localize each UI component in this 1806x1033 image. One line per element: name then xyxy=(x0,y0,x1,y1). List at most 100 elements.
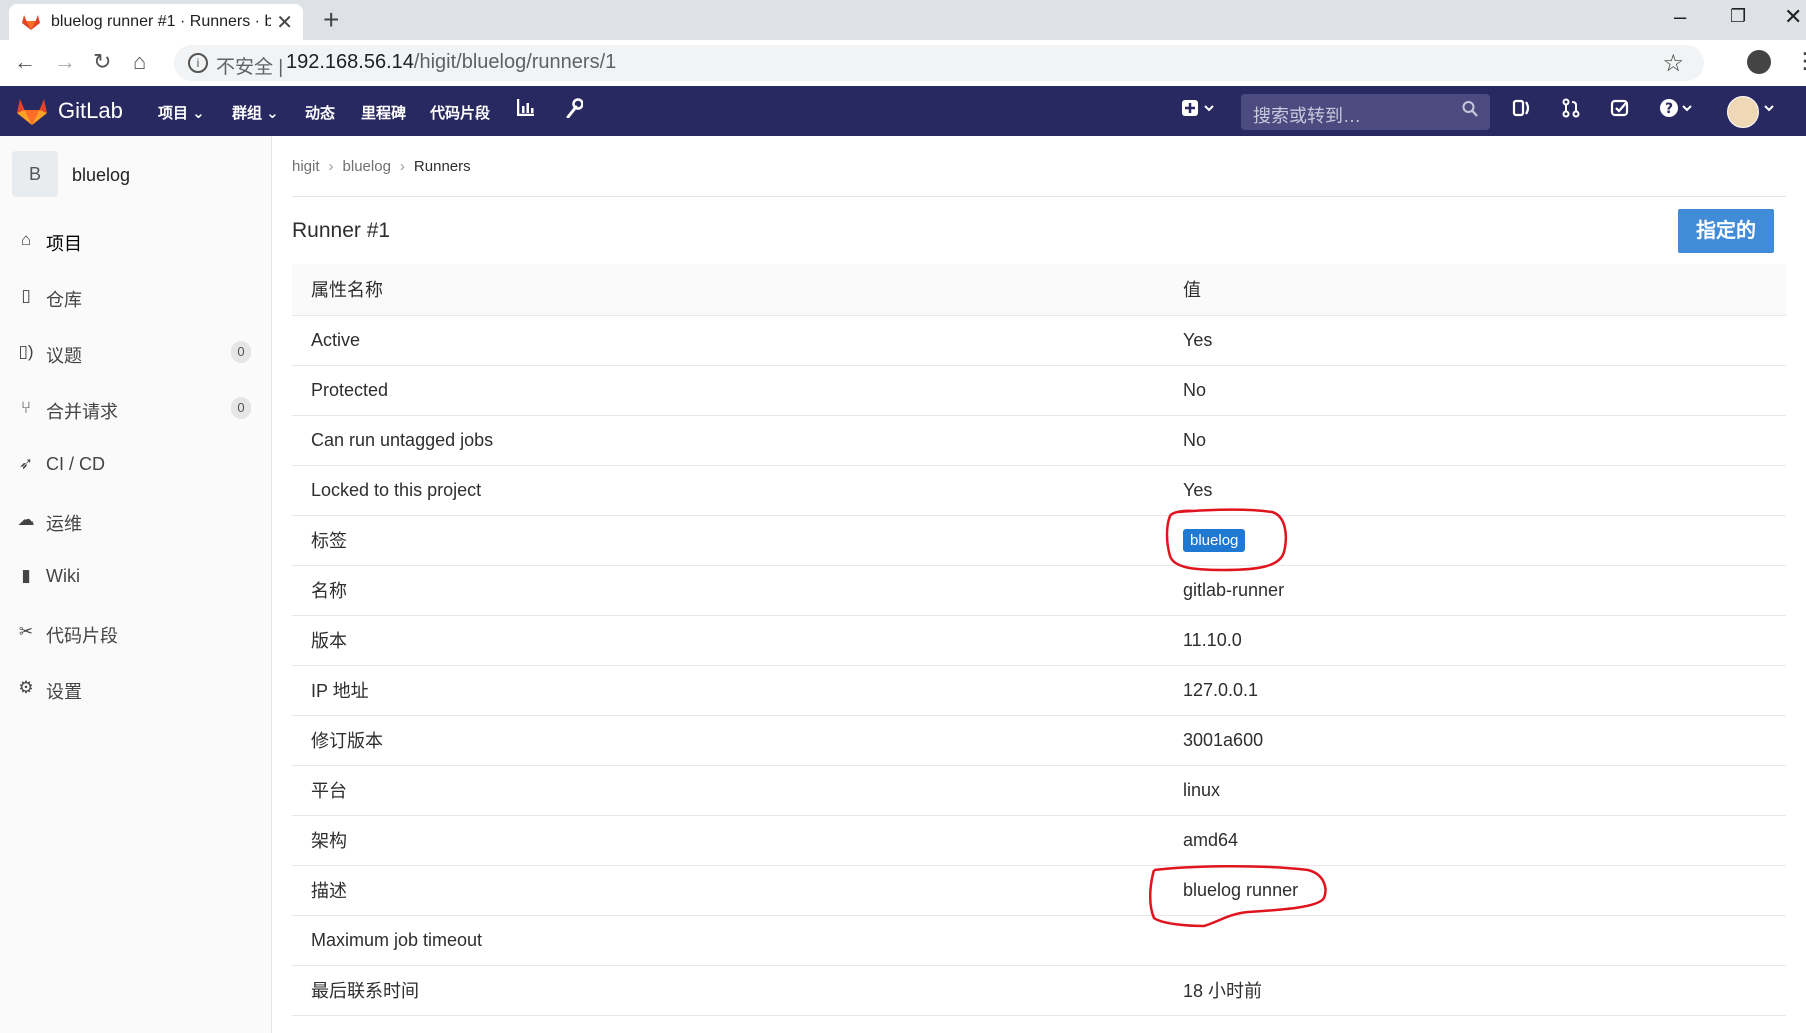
property-value-cell: bluelog xyxy=(1164,515,1786,566)
browser-tab[interactable]: bluelog runner #1 · Runners · bluelog ✕ xyxy=(9,4,303,40)
table-header-row: 属性名称 值 xyxy=(292,264,1786,316)
property-value: linux xyxy=(1164,765,1786,816)
wrench-icon[interactable] xyxy=(565,98,584,124)
table-row: Protected No xyxy=(292,365,1786,416)
table-row: 描述 bluelog runner xyxy=(292,865,1786,916)
url-text[interactable]: 192.168.56.14/higit/bluelog/runners/1 xyxy=(286,51,616,74)
property-value: bluelog runner xyxy=(1164,865,1786,916)
property-name: 描述 xyxy=(292,865,1164,916)
table-row: 名称 gitlab-runner xyxy=(292,565,1786,616)
sidebar-item-operations[interactable]: ☁ 运维 xyxy=(0,500,271,540)
table-row: 最后联系时间 18 小时前 xyxy=(292,965,1786,1016)
assigned-button[interactable]: 指定的 xyxy=(1678,209,1774,253)
property-value: No xyxy=(1164,415,1786,466)
avatar-chevron-icon[interactable] xyxy=(1763,98,1775,124)
property-value: Yes xyxy=(1164,315,1786,366)
home-icon: ⌂ xyxy=(20,230,32,249)
sidebar-item-ci-cd[interactable]: ➶ CI / CD xyxy=(0,444,271,484)
minimize-icon[interactable]: – xyxy=(1674,4,1686,30)
table-row: IP 地址 127.0.0.1 xyxy=(292,665,1786,716)
window-close-icon[interactable]: ✕ xyxy=(1784,4,1802,30)
plus-square-icon[interactable] xyxy=(1181,98,1217,124)
sidebar-item-label: CI / CD xyxy=(46,454,106,474)
browser-menu-icon[interactable]: ⋮ xyxy=(1794,48,1806,74)
property-value: No xyxy=(1164,365,1786,416)
property-name: 标签 xyxy=(292,515,1164,566)
restore-icon[interactable]: ❐ xyxy=(1730,6,1746,27)
page-title: Runner #1 xyxy=(292,219,391,242)
nav-activity[interactable]: 动态 xyxy=(305,102,335,123)
nav-snippets[interactable]: 代码片段 xyxy=(430,102,490,123)
sidebar-item-wiki[interactable]: ▮ Wiki xyxy=(0,556,271,596)
property-name: 修订版本 xyxy=(292,715,1164,766)
column-header-name: 属性名称 xyxy=(292,264,1164,316)
property-name: Can run untagged jobs xyxy=(292,415,1164,466)
property-name: Maximum job timeout xyxy=(292,915,1164,966)
reload-icon[interactable]: ↻ xyxy=(93,49,111,75)
table-row: 架构 amd64 xyxy=(292,815,1786,866)
breadcrumb-bluelog[interactable]: bluelog xyxy=(343,158,391,175)
new-tab-icon[interactable]: + xyxy=(323,4,339,36)
breadcrumb-separator-icon: › xyxy=(328,158,334,175)
info-icon[interactable]: i xyxy=(188,53,208,73)
book-icon: ▮ xyxy=(21,566,31,585)
project-avatar[interactable]: B xyxy=(12,151,58,197)
property-value: 18 小时前 xyxy=(1164,965,1786,1016)
property-value: gitlab-runner xyxy=(1164,565,1786,616)
nav-milestones[interactable]: 里程碑 xyxy=(361,102,406,123)
sidebar-item-settings[interactable]: ⚙ 设置 xyxy=(0,668,271,708)
project-sidebar: B bluelog ⌂ 项目 ▯ 仓库 ▯) 议题 0 ⑂ 合并请求 0 ➶ C… xyxy=(0,136,272,1033)
sidebar-item-label: 设置 xyxy=(46,682,82,702)
browser-profile-icon[interactable] xyxy=(1747,50,1771,74)
gitlab-logo-icon[interactable] xyxy=(16,96,48,126)
property-value: 11.10.0 xyxy=(1164,615,1786,666)
merge-request-header-icon[interactable] xyxy=(1561,98,1581,124)
chart-icon[interactable] xyxy=(516,98,535,122)
table-row: 修订版本 3001a600 xyxy=(292,715,1786,766)
property-name: Protected xyxy=(292,365,1164,416)
property-value xyxy=(1164,915,1786,966)
property-value: 127.0.0.1 xyxy=(1164,665,1786,716)
table-row: Can run untagged jobs No xyxy=(292,415,1786,466)
doc-icon: ▯ xyxy=(21,286,31,305)
help-icon[interactable]: ? xyxy=(1659,98,1695,124)
table-row: Locked to this project Yes xyxy=(292,465,1786,516)
sidebar-item-issues[interactable]: ▯) 议题 0 xyxy=(0,332,271,372)
svg-text:?: ? xyxy=(1665,101,1673,117)
search-icon[interactable] xyxy=(1462,100,1478,123)
breadcrumb-higit[interactable]: higit xyxy=(292,158,320,175)
property-value: amd64 xyxy=(1164,815,1786,866)
sidebar-item-label: 代码片段 xyxy=(46,626,118,646)
sidebar-item-repository[interactable]: ▯ 仓库 xyxy=(0,276,271,316)
cloud-gear-icon: ☁ xyxy=(17,510,35,529)
scissors-icon: ✂ xyxy=(18,622,34,641)
home-browser-icon[interactable]: ⌂ xyxy=(133,49,146,75)
forward-icon[interactable]: → xyxy=(54,49,76,75)
sidebar-item-merge-requests[interactable]: ⑂ 合并请求 0 xyxy=(0,388,271,428)
property-value: Yes xyxy=(1164,465,1786,516)
runner-info-table: 属性名称 值 Active Yes Protected No Can run untag… xyxy=(292,264,1786,1016)
back-icon[interactable]: ← xyxy=(14,49,36,75)
column-header-value: 值 xyxy=(1164,264,1786,316)
nav-projects[interactable]: 项目 ⌄ xyxy=(158,102,205,123)
issues-header-icon[interactable] xyxy=(1512,98,1532,124)
address-bar[interactable]: i 不安全 | 192.168.56.14/higit/bluelog/runn… xyxy=(174,45,1704,81)
tab-close-icon[interactable]: ✕ xyxy=(276,10,293,35)
breadcrumb-runners[interactable]: Runners xyxy=(414,158,471,175)
property-value: 3001a600 xyxy=(1164,715,1786,766)
nav-groups[interactable]: 群组 ⌄ xyxy=(232,102,279,123)
bookmark-star-icon[interactable]: ☆ xyxy=(1662,49,1684,78)
property-name: Locked to this project xyxy=(292,465,1164,516)
table-row: 平台 linux xyxy=(292,765,1786,816)
issues-icon: ▯) xyxy=(18,342,34,361)
breadcrumb: higit › bluelog › Runners xyxy=(292,158,471,175)
search-input[interactable]: 搜索或转到… xyxy=(1241,94,1490,130)
sidebar-item-snippets[interactable]: ✂ 代码片段 xyxy=(0,612,271,652)
todo-icon[interactable] xyxy=(1610,98,1630,124)
project-name[interactable]: bluelog xyxy=(72,165,130,186)
breadcrumb-divider xyxy=(292,196,1786,197)
user-avatar[interactable] xyxy=(1727,96,1759,128)
sidebar-item-project[interactable]: ⌂ 项目 xyxy=(0,220,271,260)
search-placeholder: 搜索或转到… xyxy=(1253,106,1361,126)
gitlab-brand[interactable]: GitLab xyxy=(58,98,123,124)
